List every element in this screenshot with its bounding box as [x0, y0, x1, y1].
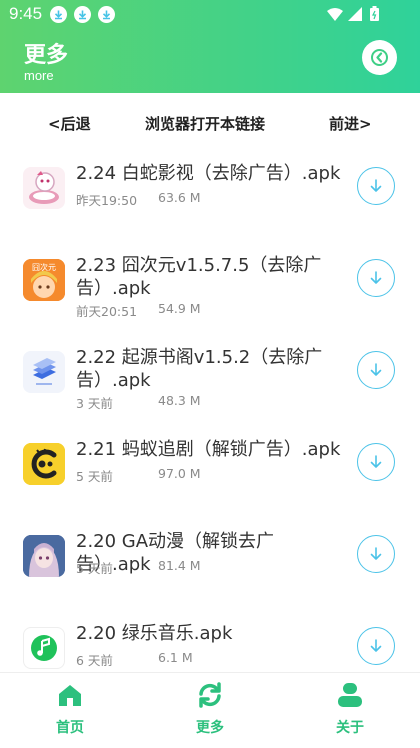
list-item[interactable]: 2.22 起源书阁v1.5.2（去除广告）.apk 3 天前 48.3 M [0, 347, 420, 431]
app-size: 54.9 M [158, 301, 201, 316]
download-icon [370, 547, 382, 560]
download-icon [370, 271, 382, 284]
music-note-icon [23, 627, 65, 669]
app-date: 前天20:51 [76, 304, 138, 319]
tab-label: 更多 [196, 720, 224, 736]
app-date: 6 天前 [76, 653, 113, 668]
download-button[interactable] [357, 535, 395, 573]
list-item[interactable]: 2.20 GA动漫（解锁去广告）.apk 5 天前 81.4 M [0, 531, 420, 615]
app-meta: 3 天前 48.3 M [76, 393, 201, 412]
tab-about[interactable]: 关于 [305, 673, 395, 748]
app-name: 2.23 囧次元v1.5.7.5（去除广告）.apk [76, 255, 322, 299]
app-name: 2.20 绿乐音乐.apk [76, 623, 233, 644]
browser-navigation-bar: <后退 浏览器打开本链接 前进> [0, 93, 420, 153]
app-meta: 5 天前 81.4 M [76, 558, 201, 577]
tab-label: 首页 [56, 720, 84, 736]
status-bar: 9:45 [0, 0, 420, 28]
download-notification-icon [50, 6, 67, 23]
tab-more[interactable]: 更多 [165, 673, 255, 748]
download-icon [370, 455, 382, 468]
app-meta: 6 天前 6.1 M [76, 650, 193, 669]
chevron-left-icon [371, 49, 388, 66]
app-name: 2.24 白蛇影视（去除广告）.apk [76, 163, 341, 184]
list-item[interactable]: 2.21 蚂蚁追剧（解锁广告）.apk 5 天前 97.0 M [0, 439, 420, 523]
anime-girl-icon [23, 535, 65, 577]
app-icon-text: 囧次元 [32, 262, 56, 272]
battery-icon [370, 6, 379, 21]
app-name: 2.22 起源书阁v1.5.2（去除广告）.apk [76, 347, 323, 391]
download-icon [370, 639, 382, 652]
page-subtitle: more [24, 68, 54, 83]
white-snake-icon [23, 167, 65, 209]
wifi-icon [327, 8, 343, 21]
download-button[interactable] [357, 259, 395, 297]
app-name: 2.20 GA动漫（解锁去广告）.apk [76, 531, 275, 575]
download-button[interactable] [357, 627, 395, 665]
browser-forward-link[interactable]: 前进> [329, 113, 372, 134]
refresh-icon [199, 682, 221, 708]
app-meta: 前天20:51 54.9 M [76, 301, 201, 320]
page-title: 更多 [24, 43, 69, 68]
page-header: 更多 more [0, 28, 420, 93]
list-item[interactable]: 2.24 白蛇影视（去除广告）.apk 昨天19:50 63.6 M [0, 163, 420, 247]
app-size: 81.4 M [158, 558, 201, 573]
app-size: 48.3 M [158, 393, 201, 408]
bottom-navigation: 首页 更多 关于 [0, 672, 420, 748]
home-icon [59, 685, 81, 706]
app-date: 5 天前 [76, 469, 113, 484]
tab-home[interactable]: 首页 [25, 673, 115, 748]
download-button[interactable] [357, 351, 395, 389]
book-icon [23, 351, 65, 393]
app-size: 97.0 M [158, 466, 201, 481]
open-in-browser-link[interactable]: 浏览器打开本链接 [145, 113, 265, 134]
user-icon [338, 683, 362, 707]
app-size: 63.6 M [158, 190, 201, 205]
download-notification-icon [98, 6, 115, 23]
browser-back-link[interactable]: <后退 [48, 113, 91, 134]
app-date: 5 天前 [76, 561, 113, 576]
app-meta: 昨天19:50 63.6 M [76, 190, 201, 209]
download-button[interactable] [357, 167, 395, 205]
list-item[interactable]: 囧次元 2.23 囧次元v1.5.7.5（去除广告）.apk 前天20:51 5… [0, 255, 420, 339]
download-notification-icon [74, 6, 91, 23]
app-name: 2.21 蚂蚁追剧（解锁广告）.apk [76, 439, 341, 460]
app-date: 昨天19:50 [76, 193, 138, 208]
app-date: 3 天前 [76, 396, 113, 411]
download-icon [370, 179, 382, 192]
ant-icon [23, 443, 65, 485]
app-size: 6.1 M [158, 650, 193, 665]
status-time: 9:45 [9, 4, 43, 23]
jiongciyuan-icon: 囧次元 [23, 259, 65, 301]
back-button[interactable] [362, 40, 397, 75]
tab-label: 关于 [336, 720, 364, 736]
status-right-icons [327, 6, 392, 26]
app-meta: 5 天前 97.0 M [76, 466, 201, 485]
download-icon [370, 363, 382, 376]
signal-icon [348, 7, 362, 21]
download-button[interactable] [357, 443, 395, 481]
